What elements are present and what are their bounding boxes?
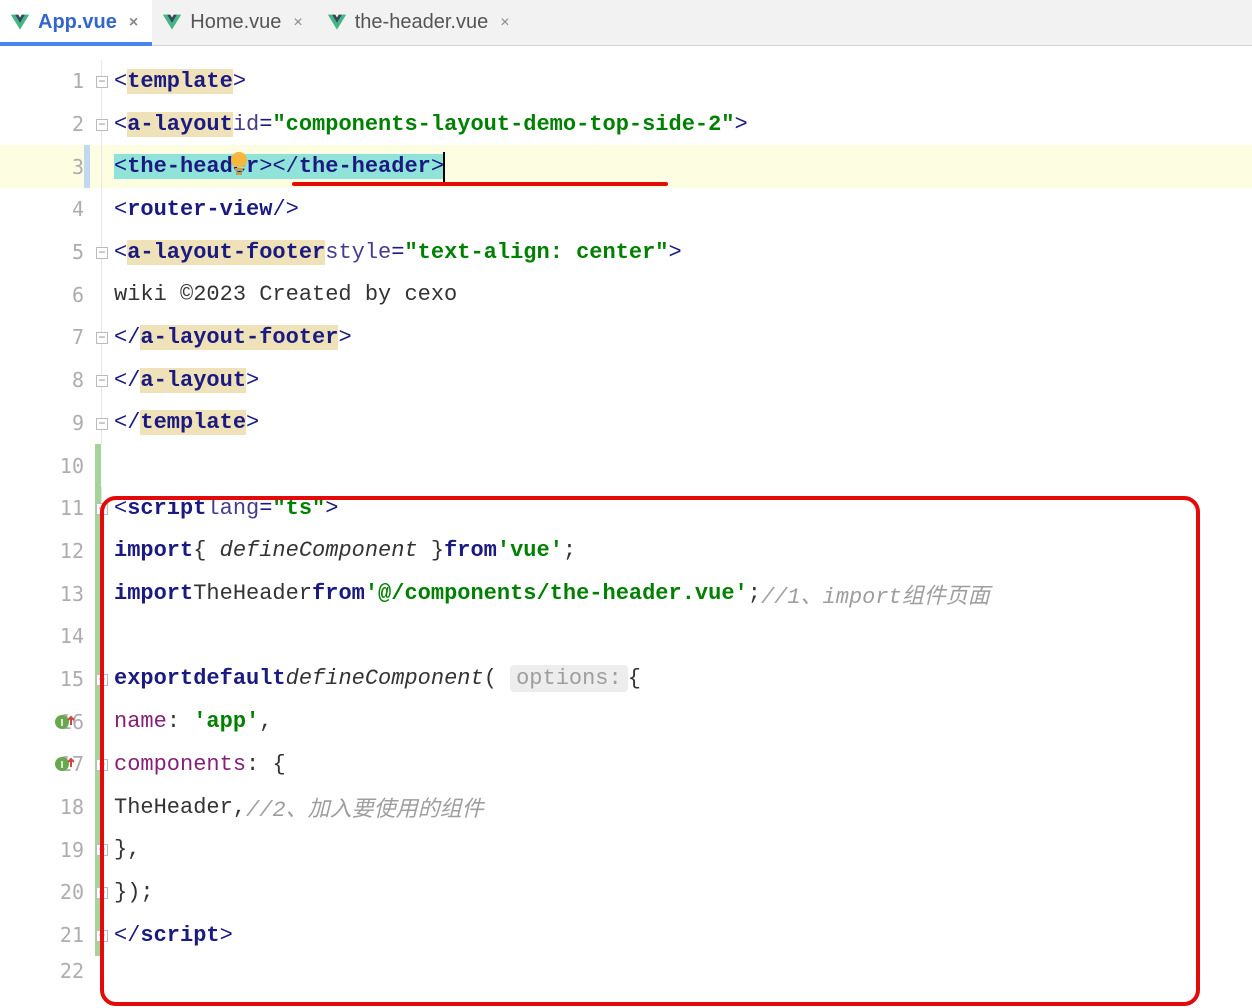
svg-text:I: I: [61, 760, 64, 771]
line-number: 15: [0, 658, 96, 701]
fold-icon[interactable]: [96, 332, 108, 344]
tab-app-vue[interactable]: App.vue ×: [0, 0, 152, 45]
fold-icon[interactable]: [96, 375, 108, 387]
code-line[interactable]: <script lang="ts">: [96, 487, 1252, 530]
line-number: 3: [0, 145, 96, 188]
code-line[interactable]: <a-layout-footer style="text-align: cent…: [96, 231, 1252, 274]
inlay-hint: options:: [510, 665, 628, 692]
gutter: 1 2 3 4 5 6 7 8 9 10 11 12 13 14 15 I 16…: [0, 46, 96, 1008]
vue-icon: [10, 14, 30, 32]
line-number: 19: [0, 828, 96, 871]
code-line[interactable]: </a-layout-footer>: [96, 316, 1252, 359]
code-line[interactable]: [96, 615, 1252, 658]
line-number: 7: [0, 316, 96, 359]
implements-icon[interactable]: I: [54, 711, 76, 733]
line-number: 10: [0, 444, 96, 487]
line-number: I 16: [0, 700, 96, 743]
fold-icon[interactable]: [96, 503, 108, 515]
fold-icon[interactable]: [96, 930, 108, 942]
implements-icon[interactable]: I: [54, 753, 76, 775]
code-line[interactable]: </script>: [96, 914, 1252, 957]
tab-the-header-vue[interactable]: the-header.vue ×: [317, 0, 524, 45]
fold-icon[interactable]: [96, 759, 108, 771]
annotation-underline: [292, 182, 668, 186]
code-line[interactable]: <router-view/>: [96, 188, 1252, 231]
tab-bar: App.vue × Home.vue × the-header.vue ×: [0, 0, 1252, 46]
tab-label: the-header.vue: [355, 11, 488, 34]
code-line[interactable]: wiki ©2023 Created by cexo: [96, 273, 1252, 316]
tab-label: Home.vue: [190, 11, 281, 34]
editor[interactable]: 1 2 3 4 5 6 7 8 9 10 11 12 13 14 15 I 16…: [0, 46, 1252, 1008]
close-icon[interactable]: ×: [500, 14, 509, 32]
code-line[interactable]: export default defineComponent( options:…: [96, 658, 1252, 701]
line-number: 13: [0, 572, 96, 615]
fold-icon[interactable]: [96, 247, 108, 259]
code-line[interactable]: import TheHeader from '@/components/the-…: [96, 572, 1252, 615]
line-number: 4: [0, 188, 96, 231]
fold-icon[interactable]: [96, 887, 108, 899]
line-number: 11: [0, 487, 96, 530]
line-number: 14: [0, 615, 96, 658]
line-number: 5: [0, 231, 96, 274]
code-line[interactable]: components: {: [96, 743, 1252, 786]
fold-icon[interactable]: [96, 674, 108, 686]
tab-home-vue[interactable]: Home.vue ×: [152, 0, 317, 45]
code-line[interactable]: [96, 444, 1252, 487]
code-line[interactable]: });: [96, 871, 1252, 914]
line-number: 8: [0, 359, 96, 402]
intention-bulb-icon[interactable]: [228, 151, 250, 177]
close-icon[interactable]: ×: [293, 14, 302, 32]
code-line[interactable]: },: [96, 828, 1252, 871]
fold-icon[interactable]: [96, 76, 108, 88]
code-line[interactable]: import { defineComponent } from 'vue';: [96, 530, 1252, 573]
line-number: 18: [0, 786, 96, 829]
code-line[interactable]: <the-header></the-header>: [96, 145, 1252, 188]
line-number: 12: [0, 530, 96, 573]
line-number: 22: [0, 956, 96, 986]
fold-icon[interactable]: [96, 418, 108, 430]
code-line[interactable]: </template>: [96, 402, 1252, 445]
vue-icon: [162, 14, 182, 32]
line-number: I 17: [0, 743, 96, 786]
svg-text:I: I: [61, 718, 64, 729]
code-line[interactable]: <a-layout id="components-layout-demo-top…: [96, 103, 1252, 146]
line-number: 20: [0, 871, 96, 914]
code-area[interactable]: <template> <a-layout id="components-layo…: [96, 46, 1252, 1008]
code-line[interactable]: </a-layout>: [96, 359, 1252, 402]
code-line[interactable]: name: 'app',: [96, 700, 1252, 743]
line-number: 9: [0, 402, 96, 445]
vue-icon: [327, 14, 347, 32]
caret: [443, 152, 445, 182]
close-icon[interactable]: ×: [129, 14, 138, 32]
line-number: 2: [0, 103, 96, 146]
fold-icon[interactable]: [96, 844, 108, 856]
line-number: 6: [0, 273, 96, 316]
line-number: 21: [0, 914, 96, 957]
code-line[interactable]: <template>: [96, 60, 1252, 103]
code-line[interactable]: TheHeader,//2、加入要使用的组件: [96, 786, 1252, 829]
line-number: 1: [0, 60, 96, 103]
fold-icon[interactable]: [96, 119, 108, 131]
tab-label: App.vue: [38, 11, 117, 34]
